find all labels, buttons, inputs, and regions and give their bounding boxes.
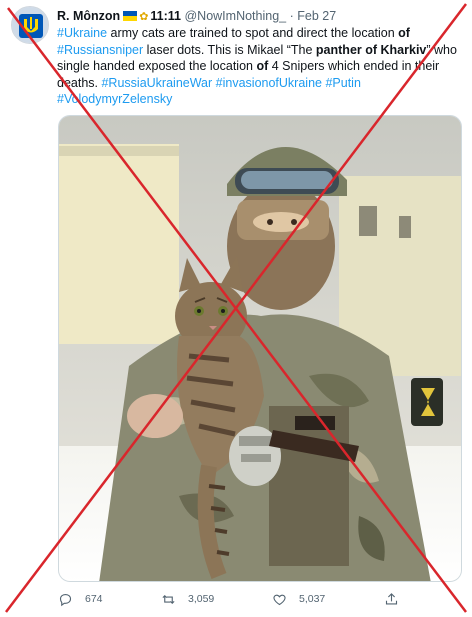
hashtag-link[interactable]: #Russiansniper: [57, 43, 143, 57]
like-button[interactable]: 5,037: [272, 588, 325, 610]
share-icon: [385, 592, 398, 604]
text-segment: panther of: [315, 42, 378, 57]
text-segment: of: [256, 59, 269, 73]
name-time-text: 11:11: [150, 9, 181, 23]
like-count: 5,037: [299, 593, 326, 605]
tweet-date[interactable]: Feb 27: [297, 9, 336, 23]
retweet-button[interactable]: 3,059: [161, 588, 214, 610]
text-segment: of: [398, 26, 410, 40]
hashtag-link[interactable]: #Ukraine: [57, 26, 107, 40]
text-segment: army cats are trained to spot and direct…: [107, 26, 399, 40]
tweet-actions: 674 3,059 5,037: [58, 588, 458, 610]
text-segment: laser dots. This is Mikael “The: [143, 42, 316, 57]
author-handle[interactable]: @NowImNothing_: [184, 9, 286, 23]
ukraine-flag-icon: [123, 11, 138, 21]
heart-icon: [273, 594, 286, 605]
soldier-with-cat-photo: [59, 116, 461, 581]
retweet-count: 3,059: [188, 593, 215, 605]
retweet-icon: [162, 594, 175, 604]
hashtag-link[interactable]: #RussiaUkraineWar: [101, 76, 212, 90]
tweet-text: #Ukraine army cats are trained to spot a…: [57, 25, 462, 108]
avatar-ukraine-emblem-icon: [12, 7, 48, 43]
sunflower-icon: ✿: [139, 11, 149, 23]
tweet-photo[interactable]: [58, 115, 462, 582]
hashtag-link[interactable]: #Putin: [325, 76, 360, 90]
reply-icon: [59, 593, 72, 606]
tweet-header: R. Mônzon ✿ 11:11 @NowImNothing_ · Feb 27: [57, 7, 462, 25]
text-segment: Kharkiv: [380, 42, 427, 57]
share-button[interactable]: [384, 588, 411, 610]
separator-dot: ·: [289, 9, 294, 23]
author-name[interactable]: R. Mônzon: [57, 9, 120, 23]
reply-button[interactable]: 674: [58, 588, 103, 610]
tweet-card: R. Mônzon ✿ 11:11 @NowImNothing_ · Feb 27 …: [0, 0, 472, 617]
author-avatar[interactable]: [11, 6, 49, 44]
hashtag-link[interactable]: #VolodymyrZelensky: [57, 92, 172, 106]
hashtag-link[interactable]: #invasionofUkraine: [216, 76, 322, 90]
reply-count: 674: [85, 593, 103, 605]
